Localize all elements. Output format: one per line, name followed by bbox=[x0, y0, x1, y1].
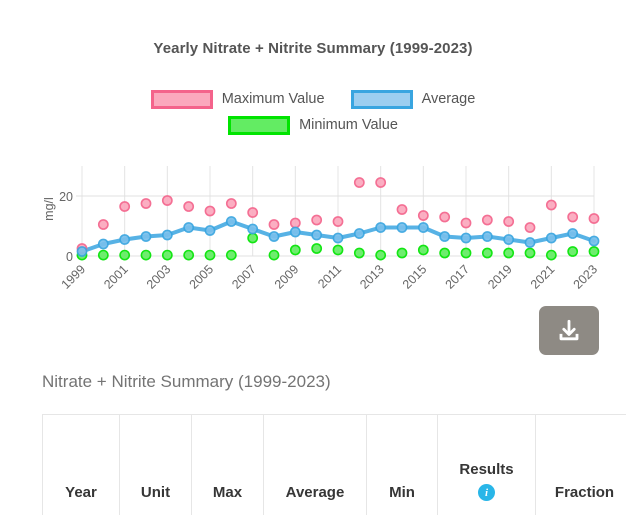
svg-text:1999: 1999 bbox=[59, 262, 89, 292]
legend-item-minimum-value[interactable]: Minimum Value bbox=[228, 116, 398, 135]
svg-text:2017: 2017 bbox=[443, 262, 473, 292]
svg-text:2001: 2001 bbox=[101, 262, 131, 292]
svg-text:2013: 2013 bbox=[357, 262, 387, 292]
svg-text:2021: 2021 bbox=[528, 262, 558, 292]
legend-swatch-max-icon bbox=[151, 90, 213, 109]
column-header-fraction-label: Fraction bbox=[555, 484, 614, 501]
legend-item-maximum-value[interactable]: Maximum Value bbox=[151, 90, 325, 109]
legend-row-1: Maximum Value Average bbox=[0, 86, 626, 112]
svg-text:mg/l: mg/l bbox=[44, 197, 56, 221]
svg-text:0: 0 bbox=[66, 250, 73, 264]
legend-swatch-average-icon bbox=[351, 90, 413, 109]
download-icon bbox=[556, 318, 582, 344]
column-header-min-label: Min bbox=[389, 484, 415, 501]
svg-text:2007: 2007 bbox=[229, 262, 259, 292]
legend-row-2: Minimum Value bbox=[0, 112, 626, 138]
chart-svg: 0 20mg/l 1999 2001 2003 2005 2007 2009 2011 2013 2… bbox=[44, 160, 604, 300]
legend-label-average: Average bbox=[422, 91, 476, 107]
legend-swatch-min-icon bbox=[228, 116, 290, 135]
legend-label-min: Minimum Value bbox=[299, 117, 398, 133]
svg-text:2019: 2019 bbox=[485, 262, 515, 292]
chart-legend: Maximum Value Average Minimum Value bbox=[0, 86, 626, 138]
info-icon[interactable]: i bbox=[478, 484, 495, 501]
svg-text:2009: 2009 bbox=[272, 262, 302, 292]
column-header-results-label: Results bbox=[459, 461, 513, 478]
download-button[interactable] bbox=[539, 306, 599, 355]
chart-card: Yearly Nitrate + Nitrite Summary (1999-2… bbox=[0, 0, 626, 360]
svg-text:20: 20 bbox=[59, 190, 73, 204]
column-header-average-label: Average bbox=[286, 484, 345, 501]
chart-title: Yearly Nitrate + Nitrite Summary (1999-2… bbox=[0, 40, 626, 57]
svg-text:2023: 2023 bbox=[571, 262, 601, 292]
chart-plot-area[interactable]: 0 20mg/l 1999 2001 2003 2005 2007 2009 2011 2013 2… bbox=[44, 160, 604, 300]
column-header-unit-label: Unit bbox=[141, 484, 170, 501]
svg-text:2005: 2005 bbox=[187, 262, 217, 292]
legend-item-average[interactable]: Average bbox=[351, 90, 476, 109]
column-header-year-label: Year bbox=[65, 484, 97, 501]
svg-text:2003: 2003 bbox=[144, 262, 174, 292]
column-header-max-label: Max bbox=[213, 484, 242, 501]
svg-text:2015: 2015 bbox=[400, 262, 430, 292]
svg-text:2011: 2011 bbox=[315, 262, 344, 291]
legend-label-max: Maximum Value bbox=[222, 91, 325, 107]
table-caption: Nitrate + Nitrite Summary (1999-2023) bbox=[42, 372, 331, 392]
